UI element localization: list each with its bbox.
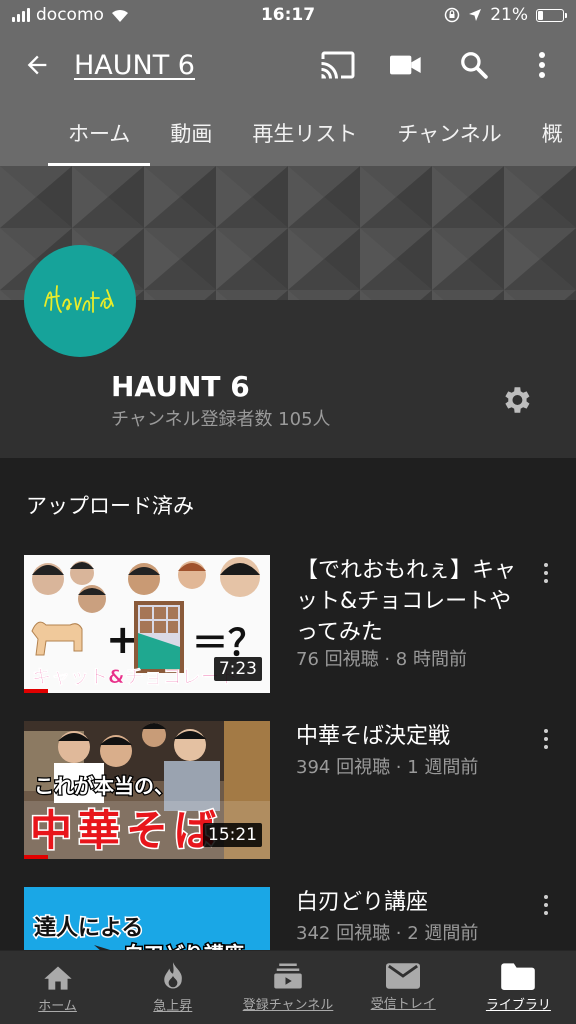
tab-videos[interactable]: 動画 xyxy=(150,100,232,166)
video-thumbnail[interactable]: 達人による 白刃どり講座 xyxy=(24,887,270,951)
tab-home[interactable]: ホーム xyxy=(48,100,151,166)
video-thumbnail[interactable]: これが本当の、 中華そば 15:21 xyxy=(24,721,270,859)
bottom-navigation: ホーム 急上昇 登録チャンネル 受信トレイ ライブラリ xyxy=(0,950,576,1024)
channel-name: HAUNT 6 xyxy=(111,370,250,403)
video-meta: 76 回視聴 · 8 時間前 xyxy=(296,649,467,670)
channel-settings-button[interactable] xyxy=(496,380,536,420)
nav-library[interactable]: ライブラリ xyxy=(461,951,576,1024)
location-icon xyxy=(469,9,482,21)
nav-inbox[interactable]: 受信トレイ xyxy=(346,951,461,1024)
more-options-button[interactable] xyxy=(508,30,576,100)
video-title[interactable]: 【でれおもれぇ】キャット&チョコレートやってみた xyxy=(296,555,524,648)
video-thumbnail[interactable]: + ＝？ キャット&チョコレート 7:23 xyxy=(24,555,270,693)
nav-home[interactable]: ホーム xyxy=(0,951,115,1024)
tab-about[interactable]: 概 xyxy=(522,100,576,166)
status-time: 16:17 xyxy=(260,5,316,25)
channel-tabs: ホーム 動画 再生リスト チャンネル 概 xyxy=(0,100,576,166)
back-arrow-icon xyxy=(27,55,47,75)
watch-progress-bar xyxy=(24,689,48,693)
orientation-lock-icon xyxy=(444,7,460,23)
video-title[interactable]: 白刃どり講座 xyxy=(296,887,524,918)
channel-title: HAUNT 6 xyxy=(74,49,195,81)
cast-button[interactable] xyxy=(304,30,372,100)
status-right: 21% xyxy=(364,5,567,25)
tab-channels[interactable]: チャンネル xyxy=(377,100,521,166)
video-duration: 7:23 xyxy=(213,657,262,681)
channel-header: HAUNT 6 チャンネル登録者数 105人 xyxy=(0,245,576,458)
video-meta: 394 回視聴 · 1 週間前 xyxy=(296,757,479,778)
video-duration: 15:21 xyxy=(203,823,262,847)
video-menu-button[interactable] xyxy=(536,725,556,753)
nav-label: 登録チャンネル xyxy=(242,998,334,1013)
nav-label: 受信トレイ xyxy=(370,997,436,1012)
thumb-caption: キャット&チョコレート xyxy=(32,666,239,688)
nav-label: ホーム xyxy=(38,999,77,1014)
video-title[interactable]: 中華そば決定戦 xyxy=(296,721,524,752)
nav-label: 急上昇 xyxy=(153,999,193,1014)
channel-avatar[interactable] xyxy=(24,245,136,357)
upload-video-button[interactable] xyxy=(372,30,440,100)
subscriptions-icon xyxy=(274,963,302,989)
battery-percent: 21% xyxy=(490,5,528,25)
video-item[interactable]: + ＝？ キャット&チョコレート 7:23 【でれおもれぇ】キャット&チョコレー… xyxy=(24,555,576,695)
flame-icon xyxy=(164,962,182,989)
folder-icon xyxy=(501,963,536,990)
uploads-section-title: アップロード済み xyxy=(26,494,194,518)
app-actions xyxy=(304,30,576,100)
battery-icon xyxy=(536,8,567,22)
video-item[interactable]: これが本当の、 中華そば 15:21 中華そば決定戦 394 回視聴 · 1 週… xyxy=(24,721,576,861)
video-item[interactable]: 達人による 白刃どり講座 白刃どり講座 342 回視聴 · 2 週間前 xyxy=(24,887,576,951)
status-bar: docomo 16:17 21% xyxy=(0,0,576,30)
thumb-caption-top: これが本当の、 xyxy=(34,774,174,798)
mail-icon xyxy=(386,963,421,989)
more-vert-icon xyxy=(539,52,545,78)
gear-icon xyxy=(505,387,530,413)
thumb-caption-top: 達人による xyxy=(34,915,143,941)
app-bar: HAUNT 6 xyxy=(0,30,576,100)
video-camera-icon xyxy=(390,55,421,75)
tab-playlists[interactable]: 再生リスト xyxy=(232,100,377,166)
back-button[interactable] xyxy=(0,30,74,100)
signal-icon xyxy=(12,8,30,22)
watch-progress-bar xyxy=(24,855,48,859)
thumbnail-art: 達人による 白刃どり講座 xyxy=(24,887,270,951)
home-icon xyxy=(43,966,72,990)
video-meta: 342 回視聴 · 2 週間前 xyxy=(296,923,479,944)
search-button[interactable] xyxy=(440,30,508,100)
cast-icon xyxy=(321,51,355,79)
nav-label: ライブラリ xyxy=(485,998,551,1013)
subscriber-count: チャンネル登録者数 105人 xyxy=(111,409,331,430)
channel-logo xyxy=(44,285,114,313)
thumb-caption-big: 中華そば xyxy=(30,806,222,855)
search-icon xyxy=(461,52,488,79)
wifi-icon xyxy=(111,9,128,22)
video-menu-button[interactable] xyxy=(536,891,556,919)
nav-trending[interactable]: 急上昇 xyxy=(115,951,230,1024)
video-menu-button[interactable] xyxy=(536,559,556,587)
status-left: docomo xyxy=(12,5,212,25)
nav-subscriptions[interactable]: 登録チャンネル xyxy=(230,951,345,1024)
carrier-label: docomo xyxy=(36,5,104,25)
